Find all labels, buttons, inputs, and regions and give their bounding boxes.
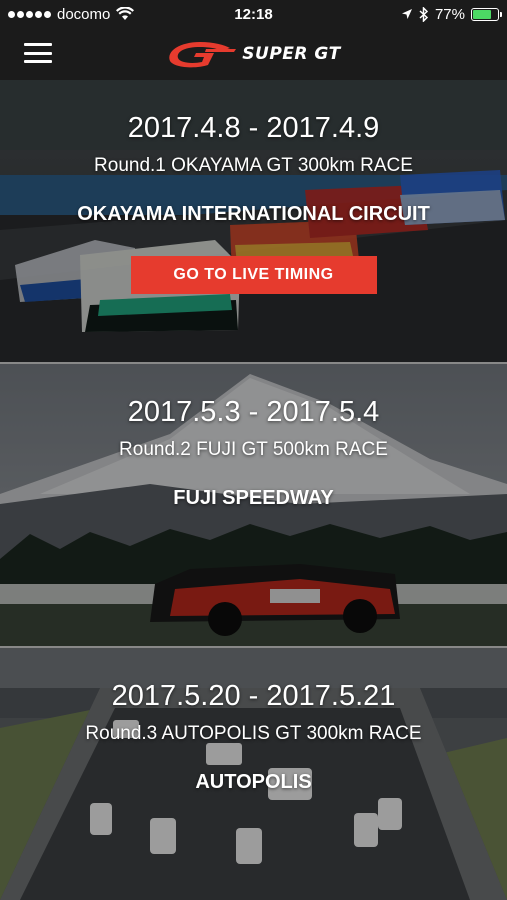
status-bar: docomo 12:18 77%	[0, 0, 507, 28]
location-arrow-icon	[401, 9, 412, 19]
bluetooth-icon	[419, 6, 429, 22]
menu-line	[24, 60, 52, 63]
race-round-title: Round.1 OKAYAMA GT 300km RACE	[94, 155, 413, 176]
live-timing-button[interactable]: GO TO LIVE TIMING	[130, 256, 377, 294]
circuit-name: AUTOPOLIS	[195, 771, 312, 793]
super-gt-emblem-icon	[169, 42, 237, 68]
status-right: 77%	[401, 5, 502, 23]
signal-strength-icon	[8, 10, 51, 18]
clock: 12:18	[234, 5, 273, 23]
carrier-label: docomo	[57, 5, 111, 23]
race-info: 2017.5.20 - 2017.5.21 Round.3 AUTOPOLIS …	[0, 648, 507, 794]
super-gt-logo[interactable]: SUPER GT	[166, 39, 340, 69]
race-card-round-2[interactable]: 2017.5.3 - 2017.5.4 Round.2 FUJI GT 500k…	[0, 364, 507, 648]
hamburger-menu-button[interactable]	[22, 40, 54, 66]
race-dates: 2017.5.3 - 2017.5.4	[127, 396, 380, 428]
race-round-title: Round.3 AUTOPOLIS GT 300km RACE	[85, 723, 422, 744]
race-info: 2017.5.3 - 2017.5.4 Round.2 FUJI GT 500k…	[0, 364, 507, 510]
wifi-icon	[116, 7, 135, 20]
race-info: 2017.4.8 - 2017.4.9 Round.1 OKAYAMA GT 3…	[0, 80, 507, 294]
circuit-name: FUJI SPEEDWAY	[173, 487, 334, 509]
battery-icon	[471, 7, 502, 21]
menu-line	[24, 51, 52, 55]
race-dates: 2017.4.8 - 2017.4.9	[127, 112, 380, 144]
battery-level-fill	[473, 9, 492, 19]
status-left: docomo	[8, 5, 135, 23]
logo-text: SUPER GT	[242, 44, 341, 64]
race-round-title: Round.2 FUJI GT 500km RACE	[119, 439, 388, 460]
battery-percent: 77%	[434, 5, 465, 23]
race-card-round-3[interactable]: 2017.5.20 - 2017.5.21 Round.3 AUTOPOLIS …	[0, 648, 507, 900]
race-card-round-1[interactable]: 2017.4.8 - 2017.4.9 Round.1 OKAYAMA GT 3…	[0, 80, 507, 364]
menu-line	[24, 43, 52, 46]
circuit-name: OKAYAMA INTERNATIONAL CIRCUIT	[77, 203, 430, 225]
race-dates: 2017.5.20 - 2017.5.21	[111, 680, 396, 712]
app-header: SUPER GT	[0, 28, 507, 80]
